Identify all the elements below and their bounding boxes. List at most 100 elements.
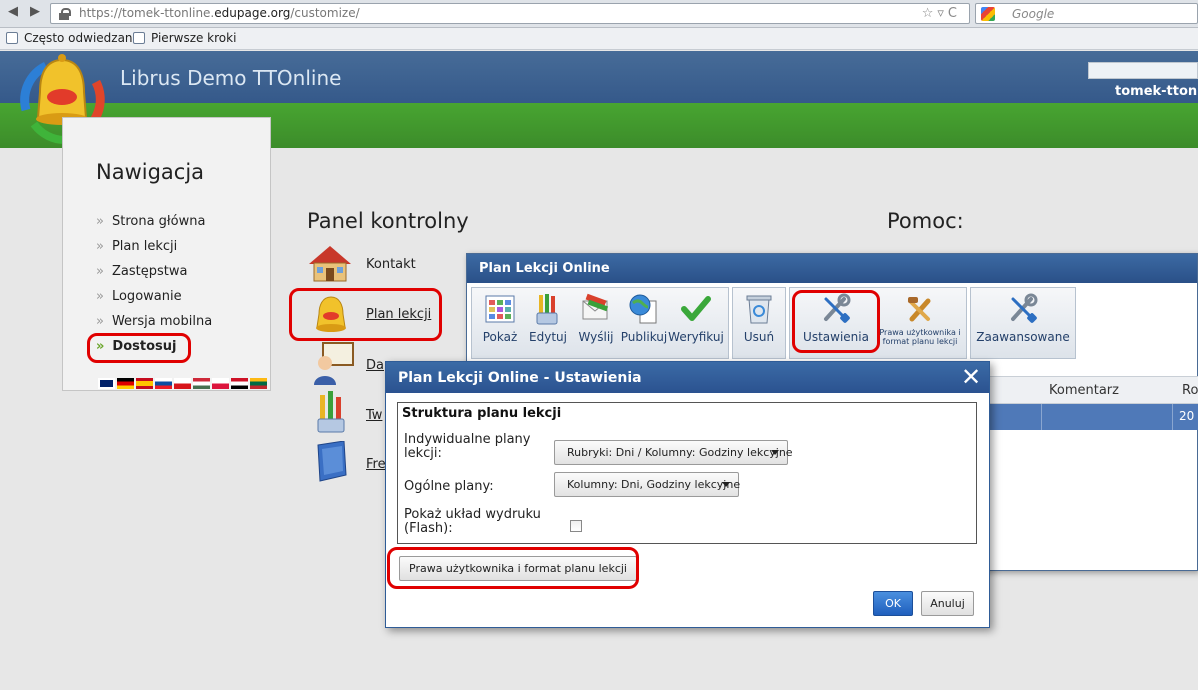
- search-box[interactable]: Google: [975, 3, 1198, 24]
- show-button[interactable]: Pokaż: [476, 288, 524, 358]
- column-separator: [1172, 404, 1173, 430]
- send-label: Wyślij: [578, 330, 614, 344]
- fieldset-legend: Struktura planu lekcji: [402, 406, 562, 421]
- edit-button[interactable]: Edytuj: [524, 288, 572, 358]
- grid-row-selected[interactable]: 20: [977, 404, 1198, 430]
- nav-item-mobile[interactable]: » Wersja mobilna: [96, 314, 212, 329]
- wrench-screwdriver-icon: [1011, 293, 1038, 323]
- nav-item-timetable[interactable]: » Plan lekcji: [96, 239, 177, 254]
- checkmark-icon: [681, 296, 711, 321]
- url-action-icons[interactable]: ☆▿C: [922, 6, 961, 21]
- column-comment[interactable]: Komentarz: [1049, 383, 1119, 398]
- toolbar-group-main: Pokaż Edytuj Wyślij Publikuj Weryfikuj: [471, 287, 729, 359]
- control-item-contact[interactable]: Kontakt: [366, 257, 416, 272]
- nav-item-substitutions[interactable]: » Zastępstwa: [96, 264, 187, 279]
- url-text: https://tomek-ttonline.edupage.org/custo…: [79, 6, 360, 20]
- login-input[interactable]: [1088, 62, 1198, 79]
- general-plans-select[interactable]: Kolumny: Dni, Godziny lekcyjne: [554, 472, 740, 497]
- language-flags: [98, 378, 267, 389]
- chevron-right-icon: »: [96, 264, 104, 279]
- pencils-icon: [536, 294, 558, 325]
- user-rights-format-label: Prawa użytkownika i format planu lekcji: [879, 328, 961, 346]
- show-label: Pokaż: [482, 330, 518, 344]
- recycle-bin-icon: [746, 295, 772, 324]
- nav-item-login[interactable]: » Logowanie: [96, 289, 182, 304]
- flag-pl-icon[interactable]: [212, 378, 229, 389]
- column-separator: [1041, 404, 1042, 430]
- publish-button[interactable]: Publikuj: [620, 288, 668, 358]
- advanced-label: Zaawansowane: [976, 330, 1070, 344]
- individual-plans-label: Indywidualne plany lekcji:: [404, 432, 531, 461]
- flag-hu-icon[interactable]: [193, 378, 210, 389]
- send-mail-icon: [582, 293, 609, 320]
- edit-label: Edytuj: [529, 330, 567, 344]
- publish-label: Publikuj: [620, 330, 668, 344]
- close-icon[interactable]: ✕: [959, 365, 983, 389]
- flag-es-icon[interactable]: [136, 378, 153, 389]
- tools-icon: [908, 297, 931, 322]
- nav-item-home[interactable]: » Strona główna: [96, 214, 205, 229]
- dialog-title: Plan Lekcji Online - Ustawienia: [386, 362, 989, 393]
- timetable-structure-fieldset: Struktura planu lekcji Indywidualne plan…: [397, 402, 977, 544]
- flag-cz-icon[interactable]: [174, 378, 191, 389]
- cell-value: 20: [1179, 409, 1195, 423]
- google-icon: [981, 7, 995, 21]
- chevron-right-icon: »: [96, 239, 104, 254]
- send-button[interactable]: Wyślij: [572, 288, 620, 358]
- username[interactable]: tomek-ttonli: [1115, 84, 1198, 99]
- address-bar[interactable]: https://tomek-ttonline.edupage.org/custo…: [50, 3, 970, 24]
- pencils-icon[interactable]: [316, 391, 348, 433]
- bookmark-item[interactable]: Pierwsze kroki: [133, 31, 236, 45]
- flag-lt-icon[interactable]: [250, 378, 267, 389]
- individual-plans-select[interactable]: Rubryki: Dni / Kolumny: Godziny lekcyjne: [554, 440, 793, 465]
- ribbon-toolbar: Pokaż Edytuj Wyślij Publikuj Weryfikuj U…: [471, 287, 1076, 359]
- book-icon[interactable]: [312, 441, 350, 483]
- flag-sk-icon[interactable]: [155, 378, 172, 389]
- print-layout-checkbox[interactable]: [570, 520, 582, 532]
- delete-button[interactable]: Usuń: [737, 288, 781, 358]
- toolbar-group-advanced: Zaawansowane: [970, 287, 1076, 359]
- advanced-button[interactable]: Zaawansowane: [975, 288, 1071, 358]
- navigation-title: Nawigacja: [96, 160, 205, 184]
- toolbar-group-delete: Usuń: [732, 287, 786, 359]
- forward-arrow-icon[interactable]: ▶: [28, 5, 42, 19]
- flag-de-icon[interactable]: [117, 378, 134, 389]
- verify-button[interactable]: Weryfikuj: [668, 288, 724, 358]
- back-arrow-icon[interactable]: ◀: [6, 5, 20, 19]
- search-placeholder: Google: [1012, 7, 1055, 21]
- bookmarks-bar: Często odwiedzane Pierwsze kroki: [0, 28, 1198, 50]
- ok-button[interactable]: OK: [873, 591, 913, 616]
- delete-label: Usuń: [743, 330, 775, 344]
- user-rights-format-button[interactable]: Prawa użytkownika i format planu lekcji: [878, 288, 962, 358]
- flag-eg-icon[interactable]: [231, 378, 248, 389]
- teacher-icon[interactable]: [311, 341, 355, 385]
- grid-header: Komentarz Ro: [977, 376, 1198, 404]
- help-title: Pomoc:: [887, 209, 964, 233]
- general-plans-label: Ogólne plany:: [404, 479, 494, 494]
- control-panel-title: Panel kontrolny: [307, 209, 469, 233]
- bookmark-icon: [6, 32, 18, 44]
- column-ro[interactable]: Ro: [1182, 383, 1198, 398]
- house-icon[interactable]: [306, 244, 354, 282]
- control-item-4[interactable]: Tw: [366, 408, 382, 423]
- browser-toolbar: ◀ ▶ https://tomek-ttonline.edupage.org/c…: [0, 0, 1198, 28]
- highlight-settings: [792, 290, 880, 353]
- chevron-right-icon: »: [96, 214, 104, 229]
- highlight-user-rights-button: [387, 547, 639, 589]
- verify-label: Weryfikuj: [668, 330, 724, 344]
- cancel-button[interactable]: Anuluj: [921, 591, 974, 616]
- globe-document-icon: [629, 294, 657, 324]
- highlight-timetable: [289, 288, 442, 341]
- schedule-grid-icon: [485, 295, 515, 323]
- page-icon: [133, 32, 145, 44]
- lock-icon: [59, 8, 71, 20]
- chevron-right-icon: »: [96, 314, 104, 329]
- site-title: Librus Demo TTOnline: [120, 66, 342, 90]
- bookmark-item[interactable]: Często odwiedzane: [6, 31, 140, 45]
- control-item-5[interactable]: Fre: [366, 457, 386, 472]
- chevron-right-icon: »: [96, 289, 104, 304]
- window-title: Plan Lekcji Online: [467, 254, 1197, 283]
- highlight-customize: [87, 333, 191, 363]
- flag-gb-icon[interactable]: [98, 378, 115, 389]
- control-item-3[interactable]: Da: [366, 358, 384, 373]
